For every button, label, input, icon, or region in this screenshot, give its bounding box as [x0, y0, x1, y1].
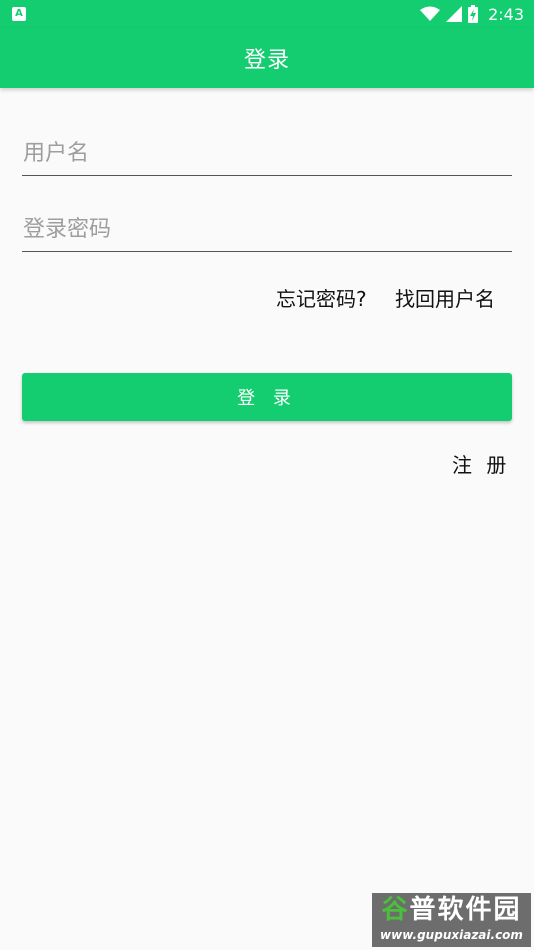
forgot-password-link[interactable]: 忘记密码?: [276, 283, 367, 312]
page-title: 登录: [243, 48, 290, 73]
battery-charging-icon: [468, 5, 479, 23]
username-input[interactable]: [22, 132, 512, 176]
password-input[interactable]: [22, 208, 512, 252]
watermark-url: www.gupuxiazai.com: [380, 928, 523, 942]
status-time: 2:43: [488, 4, 524, 24]
login-screen: A 2:43 登录 忘记密码? 找回用户名 登 录 注 册 谷普软件园 www.…: [0, 0, 534, 950]
watermark-logo: 谷普软件园 www.gupuxiazai.com: [372, 893, 531, 947]
app-toolbar: 登录: [0, 28, 534, 88]
watermark-title-green: 谷: [381, 895, 410, 925]
register-link[interactable]: 注 册: [452, 449, 510, 478]
status-icons: 2:43: [420, 0, 524, 28]
status-bar: A 2:43: [0, 0, 534, 28]
login-button[interactable]: 登 录: [22, 373, 512, 421]
recover-username-link[interactable]: 找回用户名: [395, 283, 495, 312]
notification-icon: A: [12, 7, 26, 21]
watermark-title: 谷普软件园: [372, 893, 531, 927]
cellular-signal-icon: [446, 6, 463, 22]
wifi-icon: [420, 6, 441, 21]
watermark-title-rest: 普软件园: [409, 895, 522, 925]
